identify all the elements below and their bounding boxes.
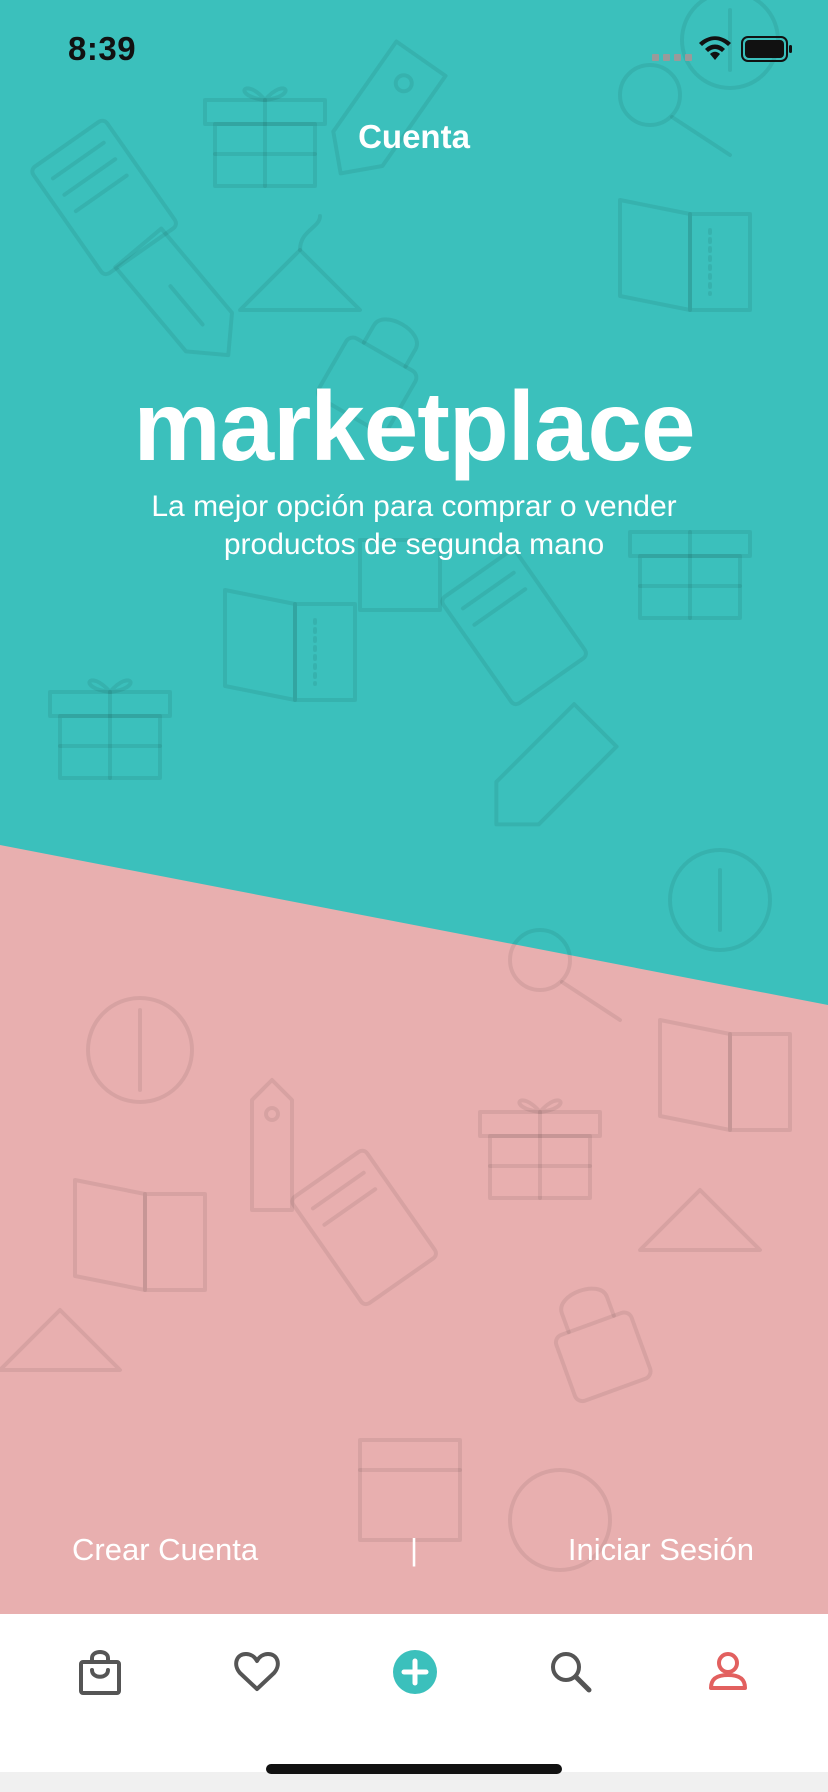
tab-bar xyxy=(0,1614,828,1772)
tab-shop[interactable] xyxy=(70,1642,130,1702)
wifi-icon xyxy=(699,36,731,60)
tab-search[interactable] xyxy=(541,1642,601,1702)
brand-logo-text: marketplace xyxy=(133,371,695,481)
status-bar: 8:39 xyxy=(0,0,828,100)
login-button[interactable]: Iniciar Sesión xyxy=(568,1532,754,1568)
account-screen: 8:39 Cuenta marketplace La mejor opción … xyxy=(0,0,828,1792)
search-icon xyxy=(551,1652,592,1693)
shopping-bag-icon xyxy=(79,1650,121,1695)
battery-icon xyxy=(741,36,792,62)
auth-actions: Crear Cuenta | Iniciar Sesión xyxy=(0,1532,828,1576)
add-circle-icon xyxy=(393,1650,437,1694)
tab-favorites[interactable] xyxy=(227,1642,287,1702)
tab-profile[interactable] xyxy=(698,1642,758,1702)
home-indicator xyxy=(266,1764,562,1774)
tagline: La mejor opción para comprar o vender pr… xyxy=(151,490,677,561)
auth-separator: | xyxy=(410,1532,419,1567)
status-time: 8:39 xyxy=(68,30,137,67)
create-account-button[interactable]: Crear Cuenta xyxy=(72,1532,258,1568)
page-title: Cuenta xyxy=(358,118,470,155)
profile-icon xyxy=(709,1652,747,1690)
tab-add[interactable] xyxy=(385,1642,445,1702)
heart-icon xyxy=(234,1652,280,1691)
cellular-signal-icon xyxy=(652,54,692,61)
